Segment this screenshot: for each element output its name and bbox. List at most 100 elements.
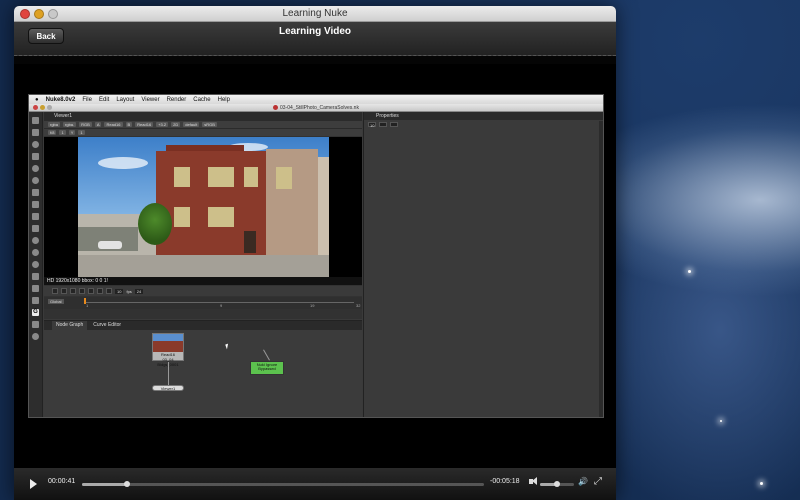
nuke-tool-sidebar: G: [29, 112, 43, 417]
viewer-tab: Viewer1: [44, 112, 362, 120]
nuke-properties-panel: Properties 10: [363, 112, 603, 417]
fps-label: fps: [126, 288, 132, 294]
nuke-menu-cache: Cache: [193, 96, 211, 103]
volume-slider[interactable]: [540, 481, 574, 487]
node-graph-tabs: Node Graph Curve Editor: [44, 321, 362, 330]
node-edge: [263, 349, 270, 361]
metadata-tool-icon: [32, 273, 39, 280]
volume-low-icon[interactable]: [529, 477, 537, 485]
color-tool-icon: [32, 165, 39, 172]
nuke-titlebar: 03-04_StillPhoto_CameraSolves.nk: [29, 104, 603, 112]
current-time: 00:00:41: [48, 478, 76, 485]
video-player-area[interactable]: ● Nuke8.0v2 File Edit Layout Viewer Rend…: [14, 64, 616, 467]
nuke-menu-layout: Layout: [116, 96, 135, 103]
plugins-tool-icon: [32, 333, 39, 340]
nuke-menu-edit: Edit: [98, 96, 110, 103]
play-icon[interactable]: [30, 479, 37, 489]
mouse-cursor-icon: [225, 343, 230, 350]
read-node-thumbnail: [153, 334, 183, 352]
viewer-gamma: 1: [59, 130, 66, 135]
viewer-b-label: B: [125, 122, 133, 127]
merge-tool-icon: [32, 201, 39, 208]
progress-fill: [82, 483, 128, 486]
timeline-range-select: Global: [48, 299, 64, 304]
volume-high-icon[interactable]: 🔊: [578, 477, 588, 486]
transform-tool-icon: [32, 213, 39, 220]
node-edge: [168, 362, 169, 385]
building-photo: [78, 137, 329, 277]
particles-tool-icon: [32, 237, 39, 244]
fps-field: 24: [134, 288, 144, 294]
video-controls-bar: 00:00:41 -00:05:18 🔊 ⤢: [14, 467, 616, 500]
window-titlebar[interactable]: Learning Nuke: [14, 6, 616, 22]
properties-max-field: 10: [368, 122, 377, 128]
nuke-menu-help: Help: [217, 96, 230, 103]
close-window-button[interactable]: [20, 9, 30, 19]
star-decoration: [760, 482, 763, 485]
nuke-viewer-panel: Viewer1 rgba rgba. RGB A Read16 B Read16…: [44, 112, 362, 319]
viewer-y: Y: [68, 130, 76, 135]
remaining-time: -00:05:18: [490, 478, 520, 485]
fullscreen-icon[interactable]: ⤢: [594, 477, 602, 487]
volume-handle[interactable]: [554, 481, 560, 487]
stop-icon: [79, 288, 85, 294]
timeline-tick: 9: [220, 303, 223, 308]
viewer-display-select: RGB: [79, 122, 92, 127]
goto-last-icon: [106, 288, 112, 294]
viewer-format-status: HD 1920x1080 bbox: 0 0 1!: [44, 277, 362, 285]
viewer-node: Viewer1: [152, 385, 184, 391]
back-button[interactable]: Back: [28, 28, 64, 44]
viewer-image-area[interactable]: [44, 137, 362, 277]
window-controls: [20, 9, 58, 19]
properties-tab: Properties: [364, 112, 603, 120]
timeline-tick: 1: [86, 303, 89, 308]
time-tool-icon: [32, 141, 39, 148]
star-decoration: [688, 270, 691, 273]
tab-node-graph: Node Graph: [52, 321, 88, 330]
navigation-bar: Back Learning Video: [14, 22, 616, 56]
viewer-channel-select: rgba: [48, 122, 61, 127]
tab-curve-editor: Curve Editor: [93, 322, 122, 328]
furnace-tool-icon: [32, 321, 39, 328]
read-node: Read16 03_04 Bldgs_0001: [152, 333, 184, 367]
playback-controls: 10 fps 24: [44, 286, 362, 296]
draw-tool-icon: [32, 129, 39, 136]
nuke-menu-viewer: Viewer: [141, 96, 160, 103]
properties-close-icon: [390, 122, 399, 127]
video-scrubber[interactable]: [82, 481, 484, 487]
properties-clear-icon: [379, 122, 388, 127]
nuke-timeline: Global 1 9 19 32: [44, 297, 362, 309]
nuke-menu-app: Nuke8.0v2: [45, 96, 76, 103]
3d-tool-icon: [32, 225, 39, 232]
views-tool-icon: [32, 261, 39, 268]
viewer-alpha-select: rgba.: [63, 122, 77, 127]
viewer-a-label: A: [94, 122, 102, 127]
minimize-window-button[interactable]: [34, 9, 44, 19]
image-tool-icon: [32, 117, 39, 124]
frame-field: 10: [115, 288, 124, 294]
star-decoration: [720, 420, 722, 422]
viewer-input-a: Read16: [104, 122, 123, 127]
other-tool-icon: [32, 297, 39, 304]
video-frame-nuke-screenshot: ● Nuke8.0v2 File Edit Layout Viewer Rend…: [28, 94, 604, 418]
properties-toolbar: 10: [368, 122, 399, 128]
nuke-menubar: ● Nuke8.0v2 File Edit Layout Viewer Rend…: [29, 95, 603, 104]
apple-icon: ●: [35, 96, 39, 103]
nuke-node-graph: Node Graph Curve Editor Read16 03_04 Bld…: [44, 320, 362, 417]
play-back-icon: [70, 288, 76, 294]
step-forward-icon: [97, 288, 103, 294]
goto-first-icon: [52, 288, 58, 294]
keyer-tool-icon: [32, 189, 39, 196]
nuke-menu-render: Render: [166, 96, 187, 103]
timeline-tick: 32: [356, 303, 361, 308]
nuke-menu-file: File: [82, 96, 92, 103]
page-title: Learning Video: [278, 26, 352, 37]
deep-tool-icon: [32, 249, 39, 256]
scrubber-handle[interactable]: [124, 481, 131, 487]
viewer-gain: +3.2: [156, 122, 169, 127]
zoom-window-button[interactable]: [48, 9, 58, 19]
viewer-mode: 2D: [171, 122, 181, 127]
window-title: Learning Nuke: [282, 8, 348, 19]
play-forward-icon: [88, 288, 94, 294]
viewer-controls-row-2: f/8 1 Y 1: [44, 128, 362, 136]
